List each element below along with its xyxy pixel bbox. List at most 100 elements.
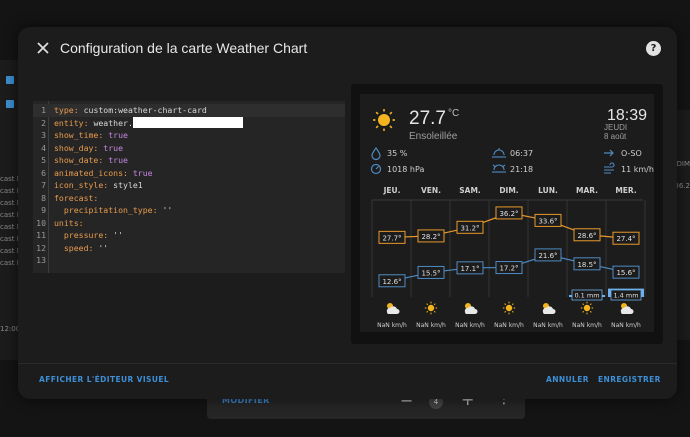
code-text: forecast: xyxy=(54,192,98,205)
dialog-title: Configuration de la carte Weather Chart xyxy=(60,40,308,56)
yaml-value: style1 xyxy=(108,180,143,190)
yaml-code-editor[interactable]: 1 type: custom:weather-chart-card 2 entity:… xyxy=(33,101,345,273)
card-preview: 27.7 °C Ensoleillée 18:39 JEUDI 8 août 3… xyxy=(351,84,663,344)
high-temp-label: 27.4° xyxy=(616,235,635,243)
yaml-key: show_day: xyxy=(54,142,99,153)
yaml-value: '' xyxy=(108,230,124,240)
yaml-key: animated_icons: xyxy=(54,167,128,178)
code-line[interactable]: 9 precipitation_type: '' xyxy=(33,204,345,217)
day-label: VEN. xyxy=(421,186,441,195)
cancel-button[interactable]: ANNULER xyxy=(546,375,589,384)
condition-text: Ensoleillée xyxy=(409,131,458,142)
wind-label: NaN km/h xyxy=(494,322,524,329)
code-text: icon_style: style1 xyxy=(54,179,143,192)
low-temp-label: 17.1° xyxy=(460,265,479,273)
code-text: units: xyxy=(54,217,84,230)
close-icon-svg xyxy=(37,42,49,54)
wind-label: NaN km/h xyxy=(416,322,446,329)
current-day: JEUDI xyxy=(604,123,627,132)
droplet-icon xyxy=(371,146,381,161)
low-temp-label: 21.6° xyxy=(538,252,557,260)
code-line[interactable]: 11 pressure: '' xyxy=(33,229,345,242)
code-line[interactable]: 4 show_day: true xyxy=(33,142,345,155)
yaml-key: type: xyxy=(54,105,79,115)
yaml-value: weather. xyxy=(88,117,133,128)
gauge-icon xyxy=(370,163,382,175)
code-text: speed: '' xyxy=(54,242,108,255)
yaml-value: custom:weather-chart-card xyxy=(78,105,207,115)
yaml-value: true xyxy=(103,155,128,165)
forecast-chart: JEU. VEN. SAM. DIM. LUN. MAR. MER. 27.7° 28.2° 31… xyxy=(371,186,646,329)
sun-icon xyxy=(373,109,395,131)
code-line[interactable]: 3 show_time: true xyxy=(33,129,345,142)
config-dialog: Configuration de la carte Weather Chart … xyxy=(18,27,677,399)
yaml-key: precipitation_type: xyxy=(54,205,158,215)
sunset-icon xyxy=(492,164,506,173)
help-icon[interactable]: ? xyxy=(646,41,661,56)
code-line[interactable]: 10 units: xyxy=(33,217,345,230)
code-line[interactable]: 7 icon_style: style1 xyxy=(33,179,345,192)
day-label: LUN. xyxy=(538,186,558,195)
yaml-value: true xyxy=(98,142,124,153)
wind-label: NaN km/h xyxy=(377,322,407,329)
yaml-value: true xyxy=(127,167,153,178)
checkbox-icon xyxy=(6,76,14,84)
code-text: type: custom:weather-chart-card xyxy=(54,104,207,117)
code-line[interactable]: 8 forecast: xyxy=(33,192,345,205)
code-line[interactable]: 2 entity: weather. xyxy=(33,116,345,130)
day-label: SAM. xyxy=(459,186,481,195)
line-number: 10 xyxy=(36,217,46,228)
precipitation-label: 0.1 mm xyxy=(574,292,599,300)
low-temp-label: 15.6° xyxy=(616,269,635,277)
code-line[interactable]: 12 speed: '' xyxy=(33,242,345,255)
day-label: JEU. xyxy=(383,186,401,195)
yaml-key: units: xyxy=(54,217,84,228)
current-time: 18:39 xyxy=(607,107,647,124)
redacted-value xyxy=(132,116,243,128)
line-number: 11 xyxy=(36,230,46,240)
line-number: 12 xyxy=(36,242,46,253)
code-text: show_time: true xyxy=(54,129,128,142)
checkbox-icon xyxy=(6,100,14,108)
code-text: animated_icons: true xyxy=(54,167,153,180)
high-temp-label: 27.7° xyxy=(382,234,401,242)
code-line[interactable]: 1 type: custom:weather-chart-card xyxy=(33,104,345,117)
sun-icon xyxy=(502,301,516,315)
code-text: entity: weather. xyxy=(54,116,243,130)
line-number: 9 xyxy=(41,205,46,215)
sun-icon xyxy=(424,301,438,315)
yaml-key: show_date: xyxy=(54,155,104,165)
high-temp-label: 28.2° xyxy=(421,233,440,241)
sunrise-value: 06:37 xyxy=(510,149,533,158)
yaml-key: entity: xyxy=(54,117,89,128)
background-text: DIM xyxy=(676,160,690,168)
line-number: 3 xyxy=(41,130,46,140)
partly-cloudy-icon xyxy=(542,303,556,314)
show-visual-editor-button[interactable]: AFFICHER L'ÉDITEUR VISUEL xyxy=(39,375,169,384)
current-temp: 27.7 xyxy=(409,108,446,129)
yaml-key: icon_style: xyxy=(54,180,109,190)
code-text: show_date: true xyxy=(54,154,128,167)
code-line[interactable]: 6 animated_icons: true xyxy=(33,167,345,180)
yaml-value: '' xyxy=(93,242,109,253)
code-text: show_day: true xyxy=(54,142,123,155)
high-temp-label: 36.2° xyxy=(499,210,518,218)
wind-direction: O-SO xyxy=(621,149,642,158)
yaml-key: show_time: xyxy=(54,130,104,140)
code-line[interactable]: 5 show_date: true xyxy=(33,154,345,167)
save-button[interactable]: ENREGISTRER xyxy=(598,375,661,384)
day-label: MER. xyxy=(615,186,637,195)
arrow-right-icon xyxy=(604,149,614,157)
sunset-value: 21:18 xyxy=(510,165,533,174)
close-icon[interactable] xyxy=(33,39,53,59)
wind-icon xyxy=(604,162,615,174)
wind-label: NaN km/h xyxy=(533,322,563,329)
high-temp-label: 31.2° xyxy=(460,224,479,232)
low-temp-label: 15.5° xyxy=(421,269,440,277)
code-line[interactable]: 13 xyxy=(33,254,345,267)
yaml-key: forecast: xyxy=(54,192,99,203)
precipitation-label: 1.4 mm xyxy=(613,292,638,300)
line-number: 2 xyxy=(41,117,46,128)
wind-speed: 11 km/h xyxy=(621,165,654,174)
partly-cloudy-icon xyxy=(620,303,634,314)
